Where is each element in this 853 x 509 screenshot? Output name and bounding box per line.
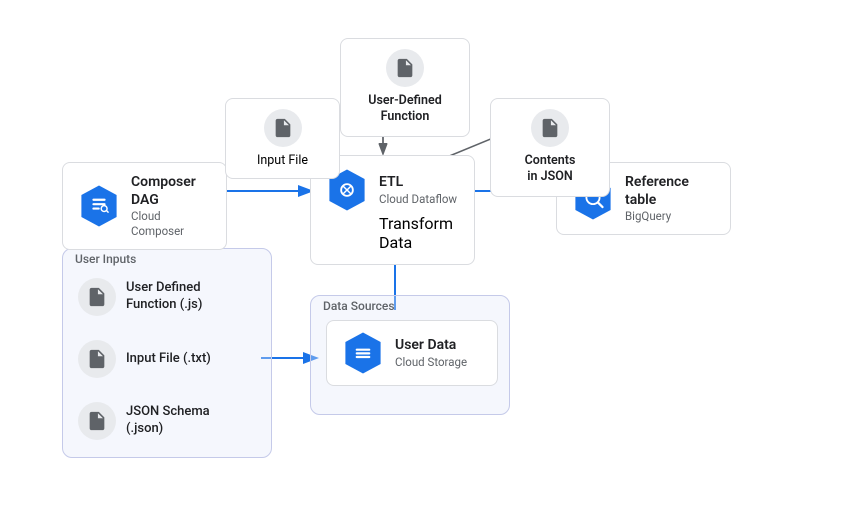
list-item: JSON Schema (.json)	[78, 402, 211, 440]
etl-subtitle: Cloud Dataflow	[379, 192, 457, 207]
reference-table-subtitle: BigQuery	[625, 209, 716, 224]
user-inputs-list: User Defined Function (.js) Input File (…	[78, 278, 211, 440]
udf-floating-node: User-Defined Function	[340, 38, 470, 137]
user-data-title: User Data	[395, 336, 467, 354]
user-inputs-label: User Inputs	[75, 252, 136, 266]
composer-dag-node: Composer DAG Cloud Composer	[62, 162, 227, 250]
reference-table-text: Reference table BigQuery	[625, 173, 716, 224]
user-data-text: User Data Cloud Storage	[395, 336, 467, 369]
composer-dag-text: Composer DAG Cloud Composer	[131, 173, 212, 239]
contents-json-text: Contents in JSON	[525, 153, 576, 186]
reference-table-title: Reference table	[625, 173, 716, 209]
input-file-float-label: Input File	[257, 153, 308, 168]
doc-icon-udf-float	[386, 49, 424, 87]
composer-icon	[77, 184, 121, 228]
list-item: Input File (.txt)	[78, 340, 211, 378]
doc-icon-input	[78, 340, 116, 378]
doc-icon-contents-float	[531, 109, 569, 147]
contents-json-title: Contents	[525, 153, 576, 169]
doc-icon-udf	[78, 278, 116, 316]
data-sources-label: Data Sources	[323, 299, 395, 313]
etl-text: ETL Cloud Dataflow	[379, 173, 457, 206]
doc-icon-json	[78, 402, 116, 440]
udf-float-title2: Function	[368, 109, 442, 125]
cloud-storage-icon	[341, 331, 385, 375]
udf-float-title: User-Defined	[368, 93, 442, 109]
composer-dag-subtitle: Cloud Composer	[131, 209, 212, 239]
etl-sub2: Transform Data	[325, 214, 460, 252]
udf-float-text: User-Defined Function	[368, 93, 442, 126]
composer-dag-title: Composer DAG	[131, 173, 212, 209]
inputfile-label: Input File (.txt)	[126, 351, 211, 368]
user-data-node: User Data Cloud Storage	[326, 320, 498, 386]
list-item: User Defined Function (.js)	[78, 278, 211, 316]
contents-json-floating-node: Contents in JSON	[490, 98, 610, 197]
etl-title: ETL	[379, 173, 457, 191]
udf-label: User Defined Function (.js)	[126, 280, 202, 314]
doc-icon-inputfile-float	[264, 109, 302, 147]
input-file-floating-node: Input File	[225, 98, 340, 179]
canvas: User Inputs User Defined Function (.js) …	[0, 0, 853, 509]
contents-json-title2: in JSON	[525, 169, 576, 185]
jsonschema-label: JSON Schema (.json)	[126, 404, 210, 438]
user-data-subtitle: Cloud Storage	[395, 355, 467, 370]
